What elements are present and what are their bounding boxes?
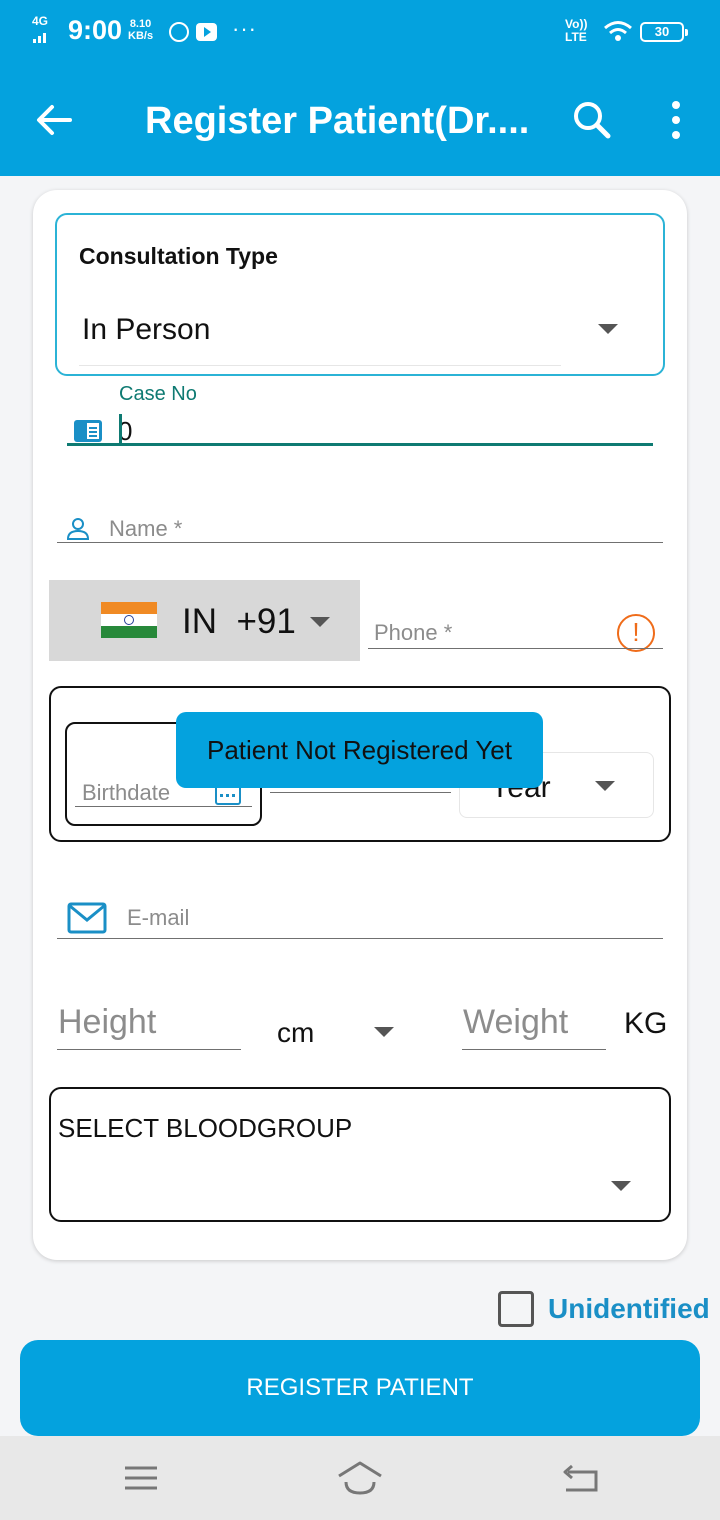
birthdate-input[interactable]: Birthdate	[82, 780, 170, 806]
recent-apps-icon[interactable]	[124, 1466, 158, 1490]
consultation-type-label: Consultation Type	[79, 243, 278, 269]
toast-message: Patient Not Registered Yet	[176, 712, 543, 788]
weight-underline	[462, 1049, 606, 1050]
name-underline	[57, 542, 663, 543]
network-type: 4G	[32, 14, 49, 28]
youtube-icon	[196, 23, 217, 41]
height-underline	[57, 1049, 241, 1050]
text-cursor	[119, 414, 122, 444]
weight-unit: KG	[624, 1007, 668, 1040]
system-navigation-bar	[0, 1436, 720, 1520]
case-no-underline	[67, 443, 653, 446]
country-code-picker[interactable]: IN +91	[49, 580, 360, 661]
unidentified-checkbox[interactable]	[498, 1291, 534, 1327]
dial-code: +91	[236, 602, 296, 641]
register-patient-button[interactable]: REGISTER PATIENT	[20, 1340, 700, 1436]
height-input[interactable]: Height	[58, 1003, 156, 1042]
chevron-down-icon	[310, 617, 330, 627]
chevron-down-icon[interactable]	[374, 1027, 394, 1037]
person-icon	[66, 518, 90, 540]
warning-icon: !	[617, 614, 655, 652]
speed-value: 8.10	[129, 18, 152, 30]
network-speed: 8.10 KB/s	[128, 18, 153, 42]
bloodgroup-select[interactable]: SELECT BLOODGROUP	[49, 1087, 671, 1222]
name-input[interactable]: Name *	[109, 516, 182, 542]
cellular-signal-icon: 4G	[32, 14, 52, 44]
battery-icon: 30	[640, 22, 688, 42]
speed-unit: KB/s	[128, 30, 154, 42]
chevron-down-icon	[595, 781, 615, 791]
app-bar: Register Patient(Dr....	[0, 64, 720, 176]
india-flag-icon	[101, 602, 157, 638]
chevron-down-icon	[598, 324, 618, 334]
overflow-menu-icon[interactable]	[656, 98, 696, 142]
unidentified-label[interactable]: Unidentified	[548, 1293, 710, 1325]
mail-icon	[67, 902, 107, 934]
status-bar: 4G 9:00 8.10 KB/s ··· Vo)) LTE 30	[0, 0, 720, 64]
case-no-label: Case No	[119, 383, 197, 405]
wifi-icon	[604, 21, 632, 41]
consultation-type-select[interactable]: Consultation Type In Person	[55, 213, 665, 376]
more-notifications-icon: ···	[232, 16, 257, 41]
bloodgroup-label: SELECT BLOODGROUP	[58, 1113, 353, 1143]
back-icon[interactable]	[560, 1464, 600, 1494]
age-input-underline[interactable]	[270, 792, 451, 793]
email-underline	[57, 938, 663, 939]
country-code: IN	[182, 602, 217, 641]
search-icon[interactable]	[568, 96, 616, 144]
birthdate-underline	[75, 806, 252, 807]
phone-underline	[368, 648, 663, 649]
consultation-type-value: In Person	[82, 313, 211, 346]
page-title: Register Patient(Dr....	[145, 100, 530, 142]
clock: 9:00	[68, 15, 123, 45]
home-icon[interactable]	[336, 1460, 384, 1496]
weight-input[interactable]: Weight	[463, 1003, 568, 1042]
chevron-down-icon	[611, 1181, 631, 1191]
email-input[interactable]: E-mail	[127, 905, 189, 931]
lte-label: LTE	[565, 30, 587, 44]
whatsapp-icon	[169, 22, 189, 42]
case-no-icon	[74, 420, 102, 442]
back-arrow-icon[interactable]	[30, 98, 80, 142]
phone-input[interactable]: Phone *	[374, 620, 452, 646]
country-code-text: IN +91	[182, 602, 296, 642]
consultation-type-underline	[79, 365, 561, 366]
height-unit-value[interactable]: cm	[277, 1017, 314, 1049]
volte-indicator: Vo)) LTE	[565, 18, 587, 44]
